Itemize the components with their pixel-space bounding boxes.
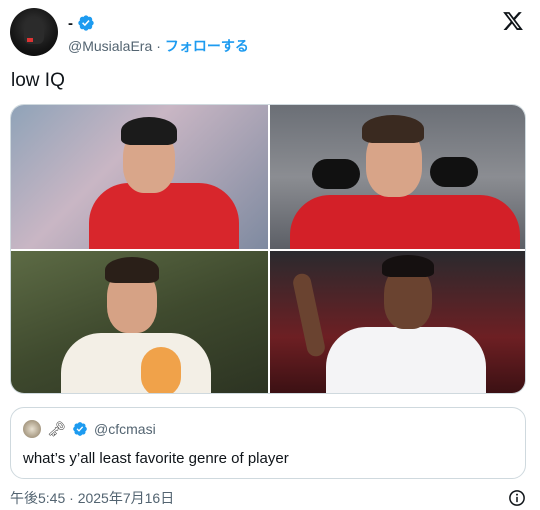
player-shirt — [326, 327, 486, 393]
quoted-tweet-text: what’s y’all least favorite genre of pla… — [23, 450, 289, 467]
handle-separator: · — [156, 38, 161, 54]
tweet-header: - @MusialaEra · フォローする — [10, 8, 530, 58]
follow-button[interactable]: フォローする — [165, 36, 249, 56]
player-glove-left — [312, 159, 360, 189]
tweet-timestamp[interactable]: 午後5:45 · 2025年7月16日 — [10, 488, 174, 508]
player-shirt-accent — [141, 347, 181, 393]
avatar-detail — [27, 38, 33, 42]
photo-3[interactable] — [11, 251, 268, 393]
author-avatar[interactable] — [10, 8, 58, 56]
author-handle[interactable]: @MusialaEra — [68, 38, 152, 54]
player-shirt — [61, 333, 211, 393]
quoted-tweet[interactable]: 🗝 @cfcmasi what’s y’all least favorite g… — [10, 407, 526, 479]
quoted-author-avatar — [23, 420, 41, 438]
author-display-name[interactable]: - — [68, 15, 73, 32]
author-handle-row: @MusialaEra · フォローする — [68, 36, 249, 56]
verified-badge-icon — [73, 422, 87, 436]
media-grid — [10, 104, 526, 394]
photo-4[interactable] — [270, 251, 525, 393]
player-hair — [362, 115, 424, 143]
quoted-tweet-header: 🗝 @cfcmasi — [23, 420, 156, 438]
player-glove-right — [430, 157, 478, 187]
photo-1[interactable] — [11, 105, 268, 249]
player-shirt — [290, 195, 520, 249]
player-hair — [105, 257, 159, 283]
player-shirt — [89, 183, 239, 249]
player-hair — [121, 117, 177, 145]
author-name-row: - — [68, 14, 95, 32]
photo-2[interactable] — [270, 105, 525, 249]
info-icon[interactable] — [508, 489, 526, 507]
quoted-author-handle: @cfcmasi — [94, 421, 156, 437]
tweet-footer: 午後5:45 · 2025年7月16日 — [10, 488, 526, 508]
quoted-author-emoji: 🗝 — [47, 421, 67, 438]
verified-badge-icon — [78, 15, 94, 31]
player-arm — [291, 272, 327, 358]
player-hair — [382, 255, 434, 277]
x-logo-icon[interactable] — [502, 10, 524, 32]
tweet-text: low IQ — [11, 70, 65, 91]
